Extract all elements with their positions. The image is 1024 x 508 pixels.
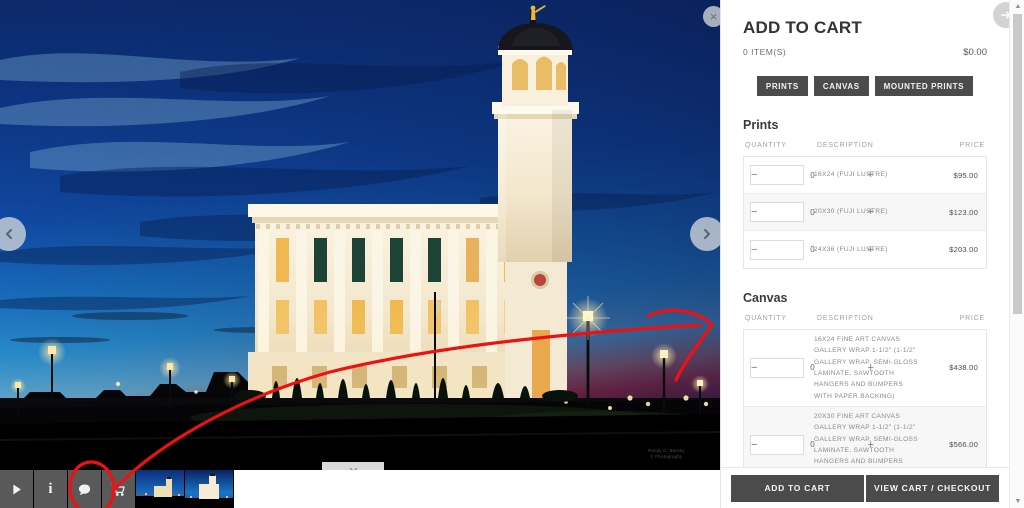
quantity-cell: − + bbox=[750, 165, 874, 185]
cart-total: $0.00 bbox=[963, 47, 987, 58]
close-icon[interactable]: × bbox=[703, 6, 720, 27]
section-title-canvas: Canvas bbox=[743, 291, 788, 305]
table-row: − + 24X36 (FUJI LUSTRE) $203.00 bbox=[744, 231, 986, 268]
table-row: − + 16X24 FINE ART CANVAS GALLERY WRAP 1… bbox=[744, 330, 986, 407]
quantity-stepper[interactable]: − + bbox=[750, 202, 874, 222]
product-type-tabs: PRINTS CANVAS MOUNTED PRINTS bbox=[743, 76, 987, 118]
table-row: − + 20X30 (FUJI LUSTRE) $123.00 bbox=[744, 194, 986, 231]
quantity-cell: − + bbox=[750, 434, 874, 455]
page-title: ADD TO CART bbox=[743, 18, 862, 37]
scrollbar-thumb[interactable] bbox=[1013, 14, 1022, 314]
image-store-lightbox: × Randy G. Barney © Photography i ADD TO… bbox=[0, 0, 1024, 508]
col-price: PRICE bbox=[959, 315, 985, 322]
viewer-toolbar: i bbox=[0, 470, 720, 508]
toolbar-empty-area bbox=[234, 470, 720, 508]
panel-scrollbar[interactable]: ▲ ▼ bbox=[1009, 0, 1024, 508]
chevron-right-icon bbox=[704, 229, 710, 239]
cart-item-count: 0 ITEM(S) bbox=[743, 47, 787, 57]
speech-bubble-icon bbox=[78, 484, 91, 495]
column-headers-canvas: QUANTITY DESCRIPTION PRICE bbox=[743, 315, 987, 329]
comment-icon[interactable] bbox=[68, 470, 102, 508]
shopping-cart-icon bbox=[111, 483, 125, 496]
tab-prints[interactable]: PRINTS bbox=[756, 76, 808, 96]
tab-mounted-prints[interactable]: MOUNTED PRINTS bbox=[874, 76, 974, 96]
product-price: $566.00 bbox=[949, 440, 978, 450]
cart-summary: 0 ITEM(S) $0.00 bbox=[743, 47, 987, 76]
quantity-cell: − + bbox=[750, 357, 874, 378]
table-row: − + 16X24 (FUJI LUSTRE) $95.00 bbox=[744, 157, 986, 194]
section-prints: Prints QUANTITY DESCRIPTION PRICE − + bbox=[743, 118, 987, 269]
prints-table: − + 16X24 (FUJI LUSTRE) $95.00 − bbox=[743, 156, 987, 269]
section-title-prints: Prints bbox=[743, 118, 779, 132]
quantity-stepper[interactable]: − + bbox=[750, 357, 874, 378]
product-description: 16X24 (FUJI LUSTRE) bbox=[814, 171, 888, 179]
product-price: $438.00 bbox=[949, 363, 978, 373]
product-description: 20X30 FINE ART CANVAS GALLERY WRAP 1-1/2… bbox=[814, 412, 919, 466]
cart-panel-scroll-area: ADD TO CART 0 ITEM(S) $0.00 PRINTS CANVA… bbox=[721, 0, 1009, 467]
product-price: $123.00 bbox=[949, 207, 978, 217]
cart-action-buttons: ADD TO CART VIEW CART / CHECKOUT bbox=[721, 467, 1009, 508]
play-triangle-icon bbox=[13, 484, 21, 494]
product-description: 16X24 FINE ART CANVAS GALLERY WRAP 1-1/2… bbox=[814, 336, 919, 400]
col-quantity: QUANTITY bbox=[745, 142, 787, 149]
add-to-cart-panel: ADD TO CART 0 ITEM(S) $0.00 PRINTS CANVA… bbox=[720, 0, 1024, 508]
tab-canvas[interactable]: CANVAS bbox=[813, 76, 869, 96]
add-to-cart-button[interactable]: ADD TO CART bbox=[731, 474, 864, 502]
column-headers-prints: QUANTITY DESCRIPTION PRICE bbox=[743, 142, 987, 156]
photo-viewer: × Randy G. Barney © Photography bbox=[0, 0, 720, 470]
chevron-left-icon bbox=[6, 229, 12, 239]
product-description: 20X30 (FUJI LUSTRE) bbox=[814, 208, 888, 216]
scroll-down-arrow-icon[interactable]: ▼ bbox=[1010, 495, 1024, 508]
temple-photograph bbox=[0, 0, 720, 470]
quantity-cell: − + bbox=[750, 239, 874, 260]
quantity-cell: − + bbox=[750, 202, 874, 222]
section-canvas: Canvas QUANTITY DESCRIPTION PRICE − + bbox=[743, 291, 987, 467]
quantity-stepper[interactable]: − + bbox=[750, 239, 874, 260]
col-price: PRICE bbox=[959, 142, 985, 149]
play-slideshow-icon[interactable] bbox=[0, 470, 34, 508]
canvas-table: − + 16X24 FINE ART CANVAS GALLERY WRAP 1… bbox=[743, 329, 987, 467]
col-description: DESCRIPTION bbox=[817, 315, 874, 322]
thumbnail-2[interactable] bbox=[185, 470, 234, 508]
view-cart-checkout-button[interactable]: VIEW CART / CHECKOUT bbox=[866, 474, 999, 502]
info-icon[interactable]: i bbox=[34, 470, 68, 508]
next-image-arrow[interactable] bbox=[690, 217, 720, 251]
quantity-stepper[interactable]: − + bbox=[750, 165, 874, 185]
caption-toggle-button[interactable] bbox=[322, 462, 384, 470]
product-description: 24X36 (FUJI LUSTRE) bbox=[814, 245, 888, 253]
table-row: − + 20X30 FINE ART CANVAS GALLERY WRAP 1… bbox=[744, 406, 986, 467]
product-price: $95.00 bbox=[953, 170, 978, 180]
scroll-up-arrow-icon[interactable]: ▲ bbox=[1010, 0, 1024, 13]
product-price: $203.00 bbox=[949, 245, 978, 254]
thumbnail-1[interactable] bbox=[136, 470, 185, 508]
cart-icon[interactable] bbox=[102, 470, 136, 508]
quantity-stepper[interactable]: − + bbox=[750, 434, 874, 455]
col-description: DESCRIPTION bbox=[817, 142, 874, 149]
col-quantity: QUANTITY bbox=[745, 315, 787, 322]
